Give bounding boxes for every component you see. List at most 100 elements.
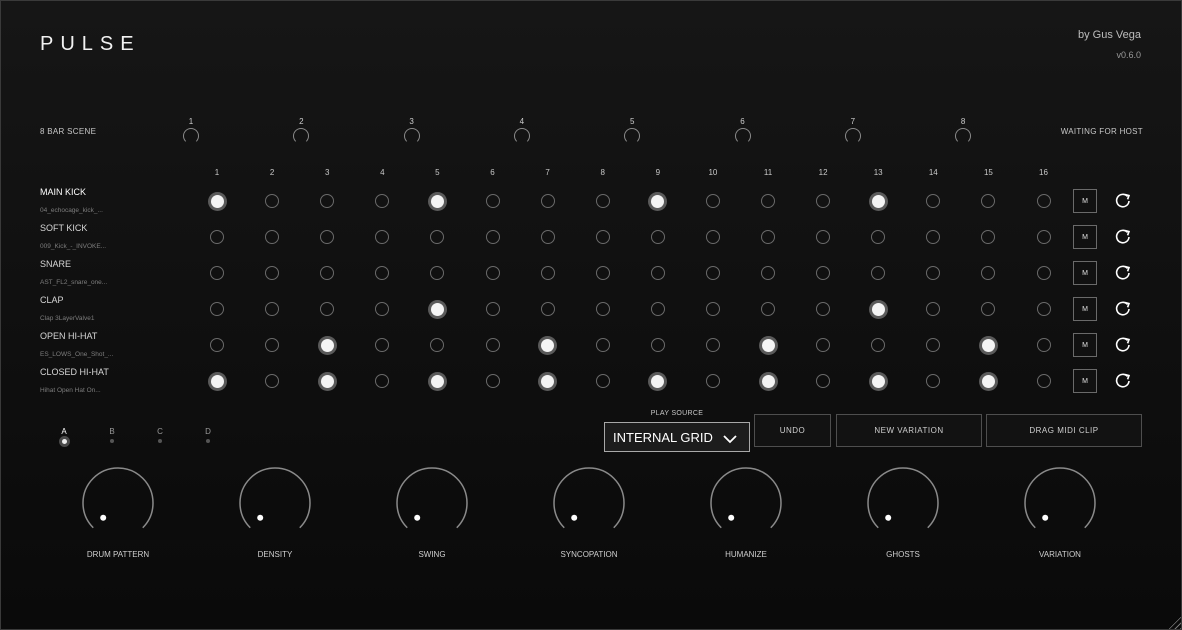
mute-button[interactable]: M: [1073, 225, 1097, 249]
step-toggle[interactable]: [981, 266, 996, 280]
knob-dial[interactable]: [843, 467, 963, 545]
step-toggle[interactable]: [816, 266, 831, 280]
variation-tab-b[interactable]: B: [102, 427, 122, 443]
step-toggle[interactable]: [871, 194, 885, 208]
scene-bar-1[interactable]: 1: [176, 117, 206, 144]
mute-button[interactable]: M: [1073, 297, 1097, 321]
regenerate-icon[interactable]: [1114, 336, 1132, 354]
step-toggle[interactable]: [540, 302, 555, 316]
step-toggle[interactable]: [816, 302, 831, 316]
step-toggle[interactable]: [705, 338, 720, 352]
knob-dial[interactable]: [686, 467, 806, 545]
scene-bar-5[interactable]: 5: [617, 117, 647, 144]
step-toggle[interactable]: [705, 194, 720, 208]
step-toggle[interactable]: [430, 266, 445, 280]
step-toggle[interactable]: [1036, 338, 1051, 352]
step-toggle[interactable]: [595, 194, 610, 208]
step-toggle[interactable]: [816, 374, 831, 388]
step-toggle[interactable]: [926, 374, 941, 388]
step-toggle[interactable]: [816, 194, 831, 208]
step-toggle[interactable]: [375, 194, 390, 208]
step-toggle[interactable]: [651, 374, 665, 388]
knob-dial[interactable]: [58, 467, 178, 545]
step-toggle[interactable]: [595, 302, 610, 316]
step-toggle[interactable]: [375, 374, 390, 388]
step-toggle[interactable]: [1036, 374, 1051, 388]
step-toggle[interactable]: [651, 194, 665, 208]
step-toggle[interactable]: [871, 302, 885, 316]
step-toggle[interactable]: [540, 194, 555, 208]
step-toggle[interactable]: [650, 302, 665, 316]
scene-bar-2[interactable]: 2: [286, 117, 316, 144]
step-toggle[interactable]: [485, 338, 500, 352]
step-toggle[interactable]: [705, 302, 720, 316]
step-toggle[interactable]: [1036, 302, 1051, 316]
step-toggle[interactable]: [761, 374, 775, 388]
regenerate-icon[interactable]: [1114, 228, 1132, 246]
knob-drum-pattern[interactable]: DRUM PATTERN: [58, 467, 178, 559]
step-toggle[interactable]: [981, 230, 996, 244]
step-toggle[interactable]: [430, 338, 445, 352]
play-source-select[interactable]: INTERNAL GRID: [604, 422, 750, 452]
track-name[interactable]: CLAP: [40, 295, 64, 305]
step-toggle[interactable]: [375, 230, 390, 244]
track-name[interactable]: SNARE: [40, 259, 71, 269]
step-toggle[interactable]: [595, 374, 610, 388]
scene-bar-6[interactable]: 6: [728, 117, 758, 144]
regenerate-icon[interactable]: [1114, 372, 1132, 390]
step-toggle[interactable]: [981, 194, 996, 208]
step-toggle[interactable]: [485, 266, 500, 280]
step-toggle[interactable]: [320, 194, 335, 208]
step-toggle[interactable]: [320, 230, 335, 244]
step-toggle[interactable]: [595, 338, 610, 352]
regenerate-icon[interactable]: [1114, 264, 1132, 282]
step-toggle[interactable]: [1036, 266, 1051, 280]
step-toggle[interactable]: [265, 338, 280, 352]
step-toggle[interactable]: [926, 194, 941, 208]
mute-button[interactable]: M: [1073, 189, 1097, 213]
step-toggle[interactable]: [430, 194, 444, 208]
step-toggle[interactable]: [265, 194, 280, 208]
step-toggle[interactable]: [761, 266, 775, 280]
step-toggle[interactable]: [210, 266, 224, 280]
track-name[interactable]: SOFT KICK: [40, 223, 87, 233]
variation-tab-c[interactable]: C: [150, 427, 170, 443]
knob-variation[interactable]: VARIATION: [1000, 467, 1120, 559]
step-toggle[interactable]: [265, 302, 280, 316]
step-toggle[interactable]: [650, 230, 665, 244]
knob-dial[interactable]: [529, 467, 649, 545]
track-name[interactable]: MAIN KICK: [40, 187, 86, 197]
step-toggle[interactable]: [485, 302, 500, 316]
step-toggle[interactable]: [761, 194, 775, 208]
step-toggle[interactable]: [375, 266, 390, 280]
step-toggle[interactable]: [375, 338, 390, 352]
regenerate-icon[interactable]: [1114, 300, 1132, 318]
step-toggle[interactable]: [705, 266, 720, 280]
scene-bar-7[interactable]: 7: [838, 117, 868, 144]
knob-syncopation[interactable]: SYNCOPATION: [529, 467, 649, 559]
step-toggle[interactable]: [265, 266, 280, 280]
step-toggle[interactable]: [650, 338, 665, 352]
step-toggle[interactable]: [540, 266, 555, 280]
step-toggle[interactable]: [1036, 230, 1051, 244]
mute-button[interactable]: M: [1073, 369, 1097, 393]
step-toggle[interactable]: [595, 230, 610, 244]
step-toggle[interactable]: [210, 230, 224, 244]
step-toggle[interactable]: [981, 374, 995, 388]
scene-bar-3[interactable]: 3: [397, 117, 427, 144]
step-toggle[interactable]: [210, 338, 224, 352]
step-toggle[interactable]: [320, 374, 334, 388]
step-toggle[interactable]: [926, 338, 941, 352]
step-toggle[interactable]: [320, 302, 335, 316]
step-toggle[interactable]: [705, 230, 720, 244]
variation-tab-a[interactable]: A: [54, 427, 74, 444]
variation-tab-d[interactable]: D: [198, 427, 218, 443]
step-toggle[interactable]: [485, 194, 500, 208]
step-toggle[interactable]: [871, 338, 886, 352]
step-toggle[interactable]: [541, 338, 555, 352]
step-toggle[interactable]: [981, 338, 995, 352]
step-toggle[interactable]: [595, 266, 610, 280]
track-name[interactable]: OPEN HI-HAT: [40, 331, 97, 341]
step-toggle[interactable]: [320, 338, 334, 352]
step-toggle[interactable]: [981, 302, 996, 316]
